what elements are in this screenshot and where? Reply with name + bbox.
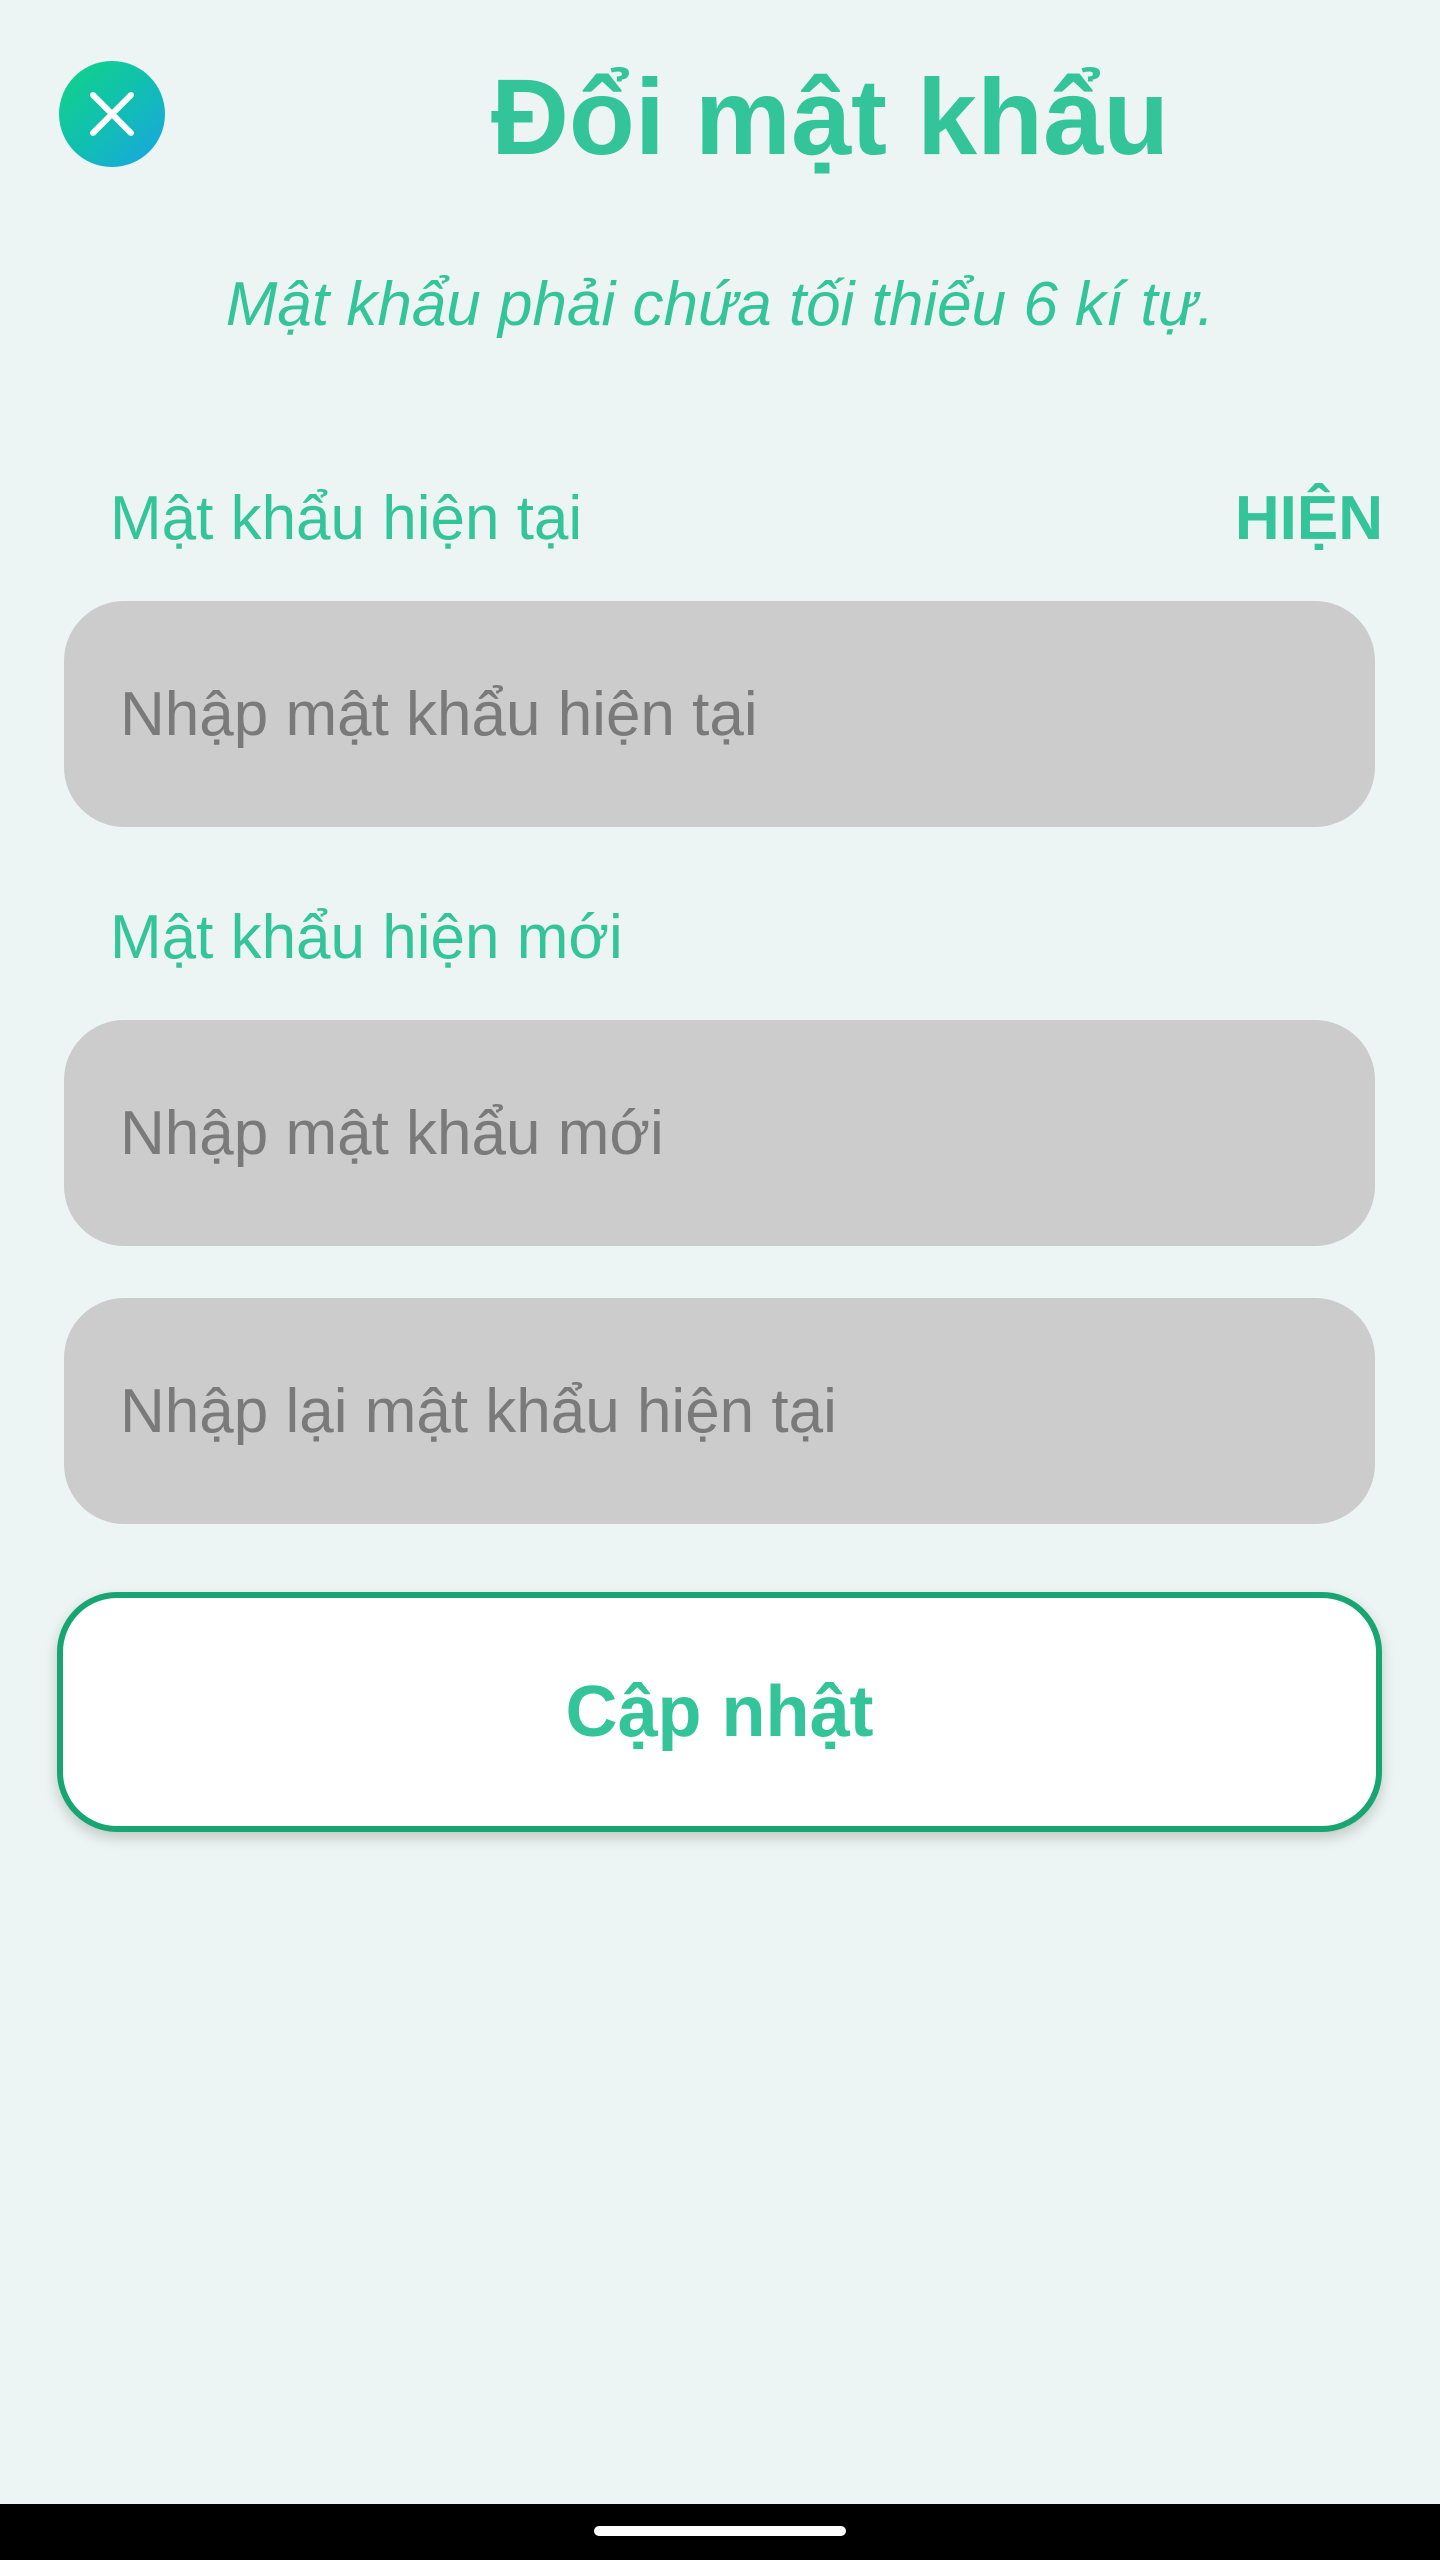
update-button[interactable]: Cập nhật [57, 1592, 1382, 1832]
current-password-input[interactable] [64, 601, 1375, 827]
current-password-label: Mật khẩu hiện tại [110, 484, 583, 553]
show-password-toggle[interactable]: HIỆN [1235, 479, 1383, 559]
close-icon [90, 92, 134, 136]
new-password-label: Mật khẩu hiện mới [110, 903, 623, 972]
page-title: Đổi mật khẩu [490, 56, 1170, 177]
confirm-password-input[interactable] [64, 1298, 1375, 1524]
close-button[interactable] [59, 61, 165, 167]
password-requirement-hint: Mật khẩu phải chứa tối thiểu 6 kí tự. [225, 270, 1215, 339]
new-password-input[interactable] [64, 1020, 1375, 1246]
system-navigation-bar [0, 2504, 1440, 2560]
home-indicator[interactable] [594, 2526, 846, 2536]
update-button-label: Cập nhật [565, 1672, 874, 1752]
